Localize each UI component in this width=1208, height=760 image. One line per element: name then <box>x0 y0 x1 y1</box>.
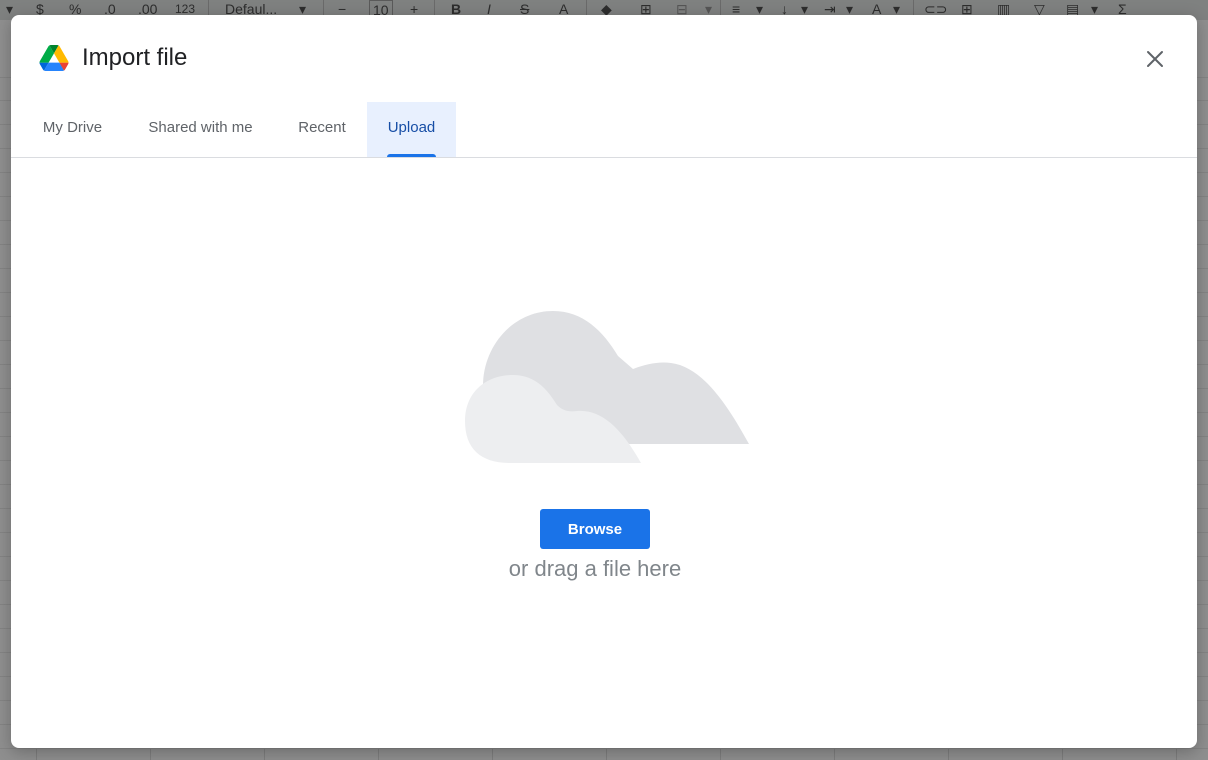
dialog-title: Import file <box>82 44 188 71</box>
active-tab-indicator <box>387 154 436 157</box>
tab-label: Recent <box>298 119 346 136</box>
close-icon <box>1147 51 1163 67</box>
tab-upload[interactable]: Upload <box>367 102 456 157</box>
cloud-upload-illustration <box>465 311 749 463</box>
tab-shared-with-me[interactable]: Shared with me <box>124 102 277 157</box>
tab-recent[interactable]: Recent <box>277 102 367 157</box>
import-file-dialog: Import file My Drive Shared with me Rece… <box>11 15 1197 748</box>
google-drive-icon <box>39 45 69 71</box>
tab-label: My Drive <box>42 119 103 136</box>
dialog-tabs: My Drive Shared with me Recent Upload <box>11 102 1197 158</box>
tab-label: Upload <box>387 119 436 136</box>
browse-button[interactable]: Browse <box>540 509 650 549</box>
tab-my-drive[interactable]: My Drive <box>21 102 124 157</box>
close-button[interactable] <box>1139 43 1171 75</box>
tab-label: Shared with me <box>148 119 253 136</box>
drag-hint-text: or drag a file here <box>508 556 682 581</box>
